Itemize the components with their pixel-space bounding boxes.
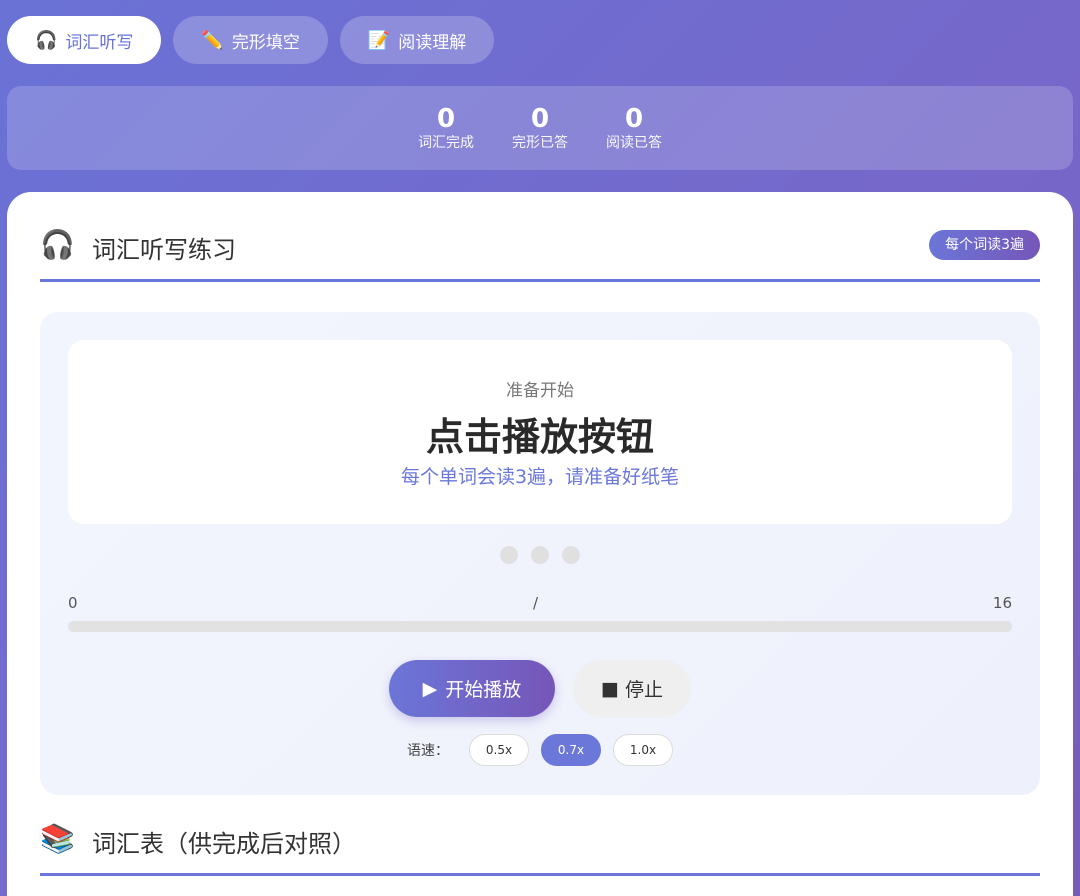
stat-label: 词汇完成 [418, 135, 474, 151]
repeat-dot [562, 546, 580, 564]
pencil-icon: ✏️ [201, 29, 224, 51]
vocab-section-header: 📚 词汇表（供完成后对照） [40, 786, 1040, 876]
play-label: 开始播放 [445, 679, 522, 701]
current-word: 点击播放按钮 [425, 415, 654, 459]
repeat-dot [500, 546, 518, 564]
speed-option-0-7x[interactable]: 0.7x [541, 734, 601, 766]
progress-bar [68, 621, 1012, 632]
tab-label: 阅读理解 [398, 32, 467, 53]
play-icon: ▶ [422, 677, 438, 700]
player-status: 准备开始 [506, 381, 574, 401]
stat-value: 0 [624, 104, 644, 134]
tab-vocab-dictation[interactable]: 🎧 词汇听写 [7, 16, 162, 64]
main-card: 🎧 词汇听写练习 每个词读3遍 准备开始 点击播放按钮 每个单词会读3遍，请准备… [7, 192, 1073, 896]
stat-value: 0 [530, 104, 550, 134]
tab-reading[interactable]: 📝 阅读理解 [339, 16, 495, 64]
stat-label: 阅读已答 [606, 135, 662, 151]
stop-icon: ■ [601, 677, 619, 700]
player-hint: 每个单词会读3遍，请准备好纸笔 [400, 466, 680, 488]
repeat-dot [531, 546, 549, 564]
word-display: 准备开始 点击播放按钮 每个单词会读3遍，请准备好纸笔 [68, 340, 1012, 524]
headphones-icon: 🎧 [35, 29, 58, 51]
dictation-player: 准备开始 点击播放按钮 每个单词会读3遍，请准备好纸笔 0 / 16 ▶ 开始播… [40, 312, 1040, 795]
tab-bar: 🎧 词汇听写 ✏️ 完形填空 📝 阅读理解 [7, 16, 495, 64]
progress-separator: / [533, 594, 539, 612]
speed-label: 语速： [407, 743, 449, 759]
speed-selector: 语速： 0.5x 0.7x 1.0x [40, 734, 1040, 766]
section-title: 词汇听写练习 [92, 236, 236, 264]
stop-label: 停止 [624, 679, 663, 701]
tab-cloze[interactable]: ✏️ 完形填空 [173, 16, 328, 64]
repeat-indicator [40, 546, 1040, 564]
speed-option-0-5x[interactable]: 0.5x [469, 734, 529, 766]
dictation-section-header: 🎧 词汇听写练习 每个词读3遍 [40, 192, 1040, 282]
speed-option-1-0x[interactable]: 1.0x [613, 734, 673, 766]
section-title: 词汇表（供完成后对照） [92, 830, 356, 858]
stat-vocab-complete: 0 词汇完成 [416, 104, 476, 152]
tab-label: 完形填空 [231, 32, 300, 53]
progress-total: 16 [992, 594, 1012, 612]
stat-reading-answered: 0 阅读已答 [604, 104, 664, 152]
headphones-icon: 🎧 [40, 228, 75, 261]
books-icon: 📚 [40, 822, 75, 855]
stop-button[interactable]: ■ 停止 [573, 660, 691, 717]
stats-bar: 0 词汇完成 0 完形已答 0 阅读已答 [7, 86, 1073, 170]
start-play-button[interactable]: ▶ 开始播放 [389, 660, 555, 717]
progress-counter: 0 / 16 [68, 594, 1012, 614]
stat-label: 完形已答 [512, 135, 568, 151]
stat-value: 0 [436, 104, 456, 134]
stat-cloze-answered: 0 完形已答 [510, 104, 570, 152]
playback-controls: ▶ 开始播放 ■ 停止 [40, 660, 1040, 717]
memo-icon: 📝 [367, 29, 391, 51]
repeat-badge: 每个词读3遍 [929, 230, 1040, 260]
tab-label: 词汇听写 [65, 32, 134, 53]
progress-current: 0 [68, 594, 78, 612]
